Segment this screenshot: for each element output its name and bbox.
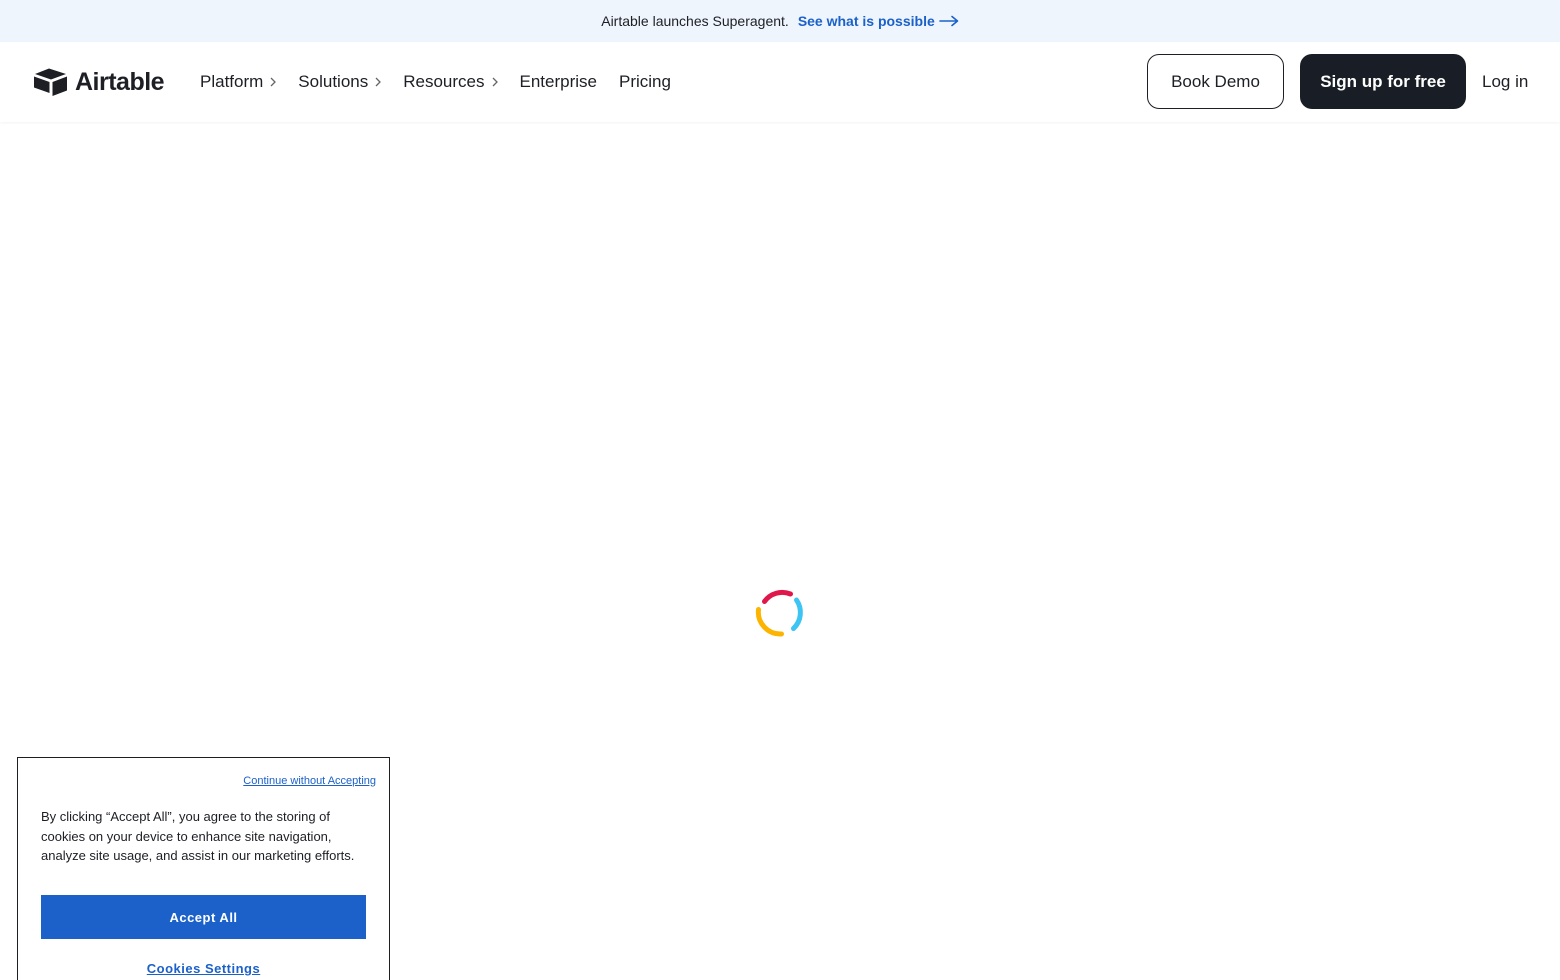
nav-item-label: Enterprise	[519, 72, 597, 91]
accept-all-button[interactable]: Accept All	[41, 895, 366, 939]
announcement-banner: Airtable launches Superagent. See what i…	[0, 0, 1560, 42]
nav-item-label: Resources	[403, 72, 485, 91]
loading-spinner-icon	[753, 585, 807, 639]
nav-item-pricing[interactable]: Pricing	[619, 72, 671, 92]
announcement-link-label: See what is possible	[797, 13, 935, 29]
chevron-right-icon	[492, 77, 498, 87]
site-header: Airtable Platform Solutions Resources En…	[0, 42, 1560, 122]
nav-item-solutions[interactable]: Solutions	[298, 72, 382, 92]
chevron-right-icon	[375, 77, 382, 87]
log-in-link[interactable]: Log in	[1482, 42, 1528, 122]
logo-wordmark: Airtable	[75, 67, 165, 96]
cookie-consent-text: By clicking “Accept All”, you agree to t…	[41, 809, 355, 864]
nav-item-enterprise[interactable]: Enterprise	[520, 72, 597, 92]
continue-without-accepting-link[interactable]: Continue without Accepting	[243, 775, 376, 787]
chevron-right-icon	[270, 77, 277, 87]
see-what-is-possible-link[interactable]: See what is possible	[798, 13, 959, 29]
sign-up-button[interactable]: Sign up for free	[1300, 54, 1466, 109]
nav-item-label: Platform	[200, 72, 264, 91]
nav-item-resources[interactable]: Resources	[403, 72, 498, 92]
cookies-settings-link[interactable]: Cookies Settings	[41, 961, 366, 976]
airtable-logo[interactable]: Airtable	[33, 67, 165, 97]
arrow-right-icon	[938, 15, 959, 27]
nav-item-platform[interactable]: Platform	[200, 72, 277, 92]
book-demo-button[interactable]: Book Demo	[1147, 54, 1284, 109]
airtable-logo-icon	[33, 67, 69, 97]
nav-item-label: Pricing	[618, 72, 671, 91]
main-nav: Platform Solutions Resources Enterprise …	[200, 42, 693, 122]
nav-item-label: Solutions	[298, 72, 369, 91]
announcement-text: Airtable launches Superagent.	[601, 13, 789, 29]
cookie-consent-banner: Continue without Accepting By clicking “…	[17, 757, 390, 980]
